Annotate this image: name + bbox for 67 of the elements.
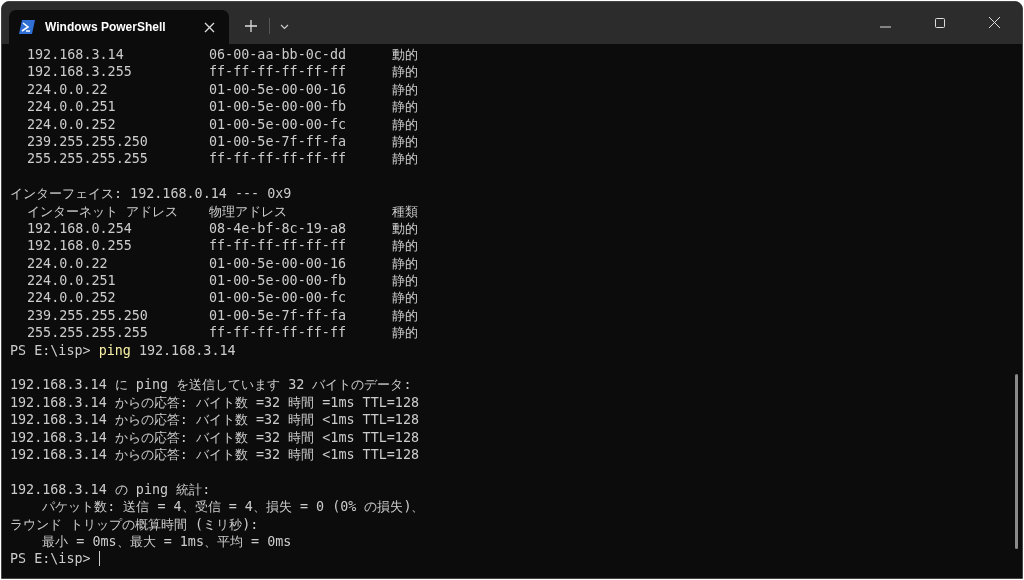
powershell-icon — [19, 20, 35, 34]
table-cell-text: 224.0.0.251 — [27, 272, 117, 290]
table-cell: 静的 — [392, 115, 418, 133]
output-line: 192.168.3.14 に ping を送信しています 32 バイトのデータ: — [10, 376, 412, 394]
table-cell-text: 01-00-5e-00-00-fc — [209, 289, 348, 307]
output-line: 192.168.3.14 からの応答: バイト数 =32 時間 <1ms TTL=128 — [10, 446, 420, 464]
table-cell-text: 224.0.0.251 — [27, 98, 117, 116]
table-cell: 静的 — [392, 237, 418, 255]
table-cell-text: 01-00-5e-00-00-fb — [209, 98, 348, 116]
table-cell: 静的 — [392, 150, 418, 168]
table-cell: 静的 — [392, 324, 418, 342]
table-cell-text: 物理アドレス — [209, 202, 288, 220]
table-cell-text: 192.168.3.14 — [27, 46, 125, 64]
scrollbar-thumb[interactable] — [1015, 374, 1018, 549]
maximize-icon[interactable] — [935, 18, 945, 28]
table-cell: 静的 — [392, 132, 418, 151]
table-cell: 静的 — [392, 289, 418, 307]
table-cell: 静的 — [392, 306, 418, 325]
table-cell-text: 239.255.255.250 — [27, 306, 149, 325]
output-line: インターフェイス: 192.168.0.14 --- 0x9 — [10, 185, 292, 203]
table-cell-text: 224.0.0.22 — [27, 254, 109, 273]
table-cell-text: ff-ff-ff-ff-ff-ff — [209, 63, 348, 81]
table-cell-text: 01-00-5e-00-00-fb — [209, 272, 348, 290]
output-line: 192.168.3.14 からの応答: バイト数 =32 時間 <1ms TTL=128 — [10, 411, 420, 429]
close-tab-icon[interactable] — [204, 21, 215, 33]
table-cell-text: 192.168.0.255 — [27, 237, 133, 255]
output-line: 192.168.3.14 からの応答: バイト数 =32 時間 <1ms TTL=128 — [10, 428, 420, 446]
table-cell-text: 08-4e-bf-8c-19-a8 — [209, 219, 348, 238]
table-cell-text: 192.168.3.255 — [27, 63, 133, 81]
command-text: ping — [98, 341, 131, 360]
table-cell: 静的 — [392, 98, 418, 116]
table-cell-text: 192.168.0.254 — [27, 219, 133, 238]
table-cell-text: 224.0.0.252 — [27, 115, 117, 133]
table-cell: 動的 — [392, 46, 418, 64]
new-tab-icon[interactable] — [245, 20, 257, 32]
table-cell-text: 01-00-5e-7f-ff-fa — [209, 132, 348, 151]
output-line: 192.168.3.14 の ping 統計: — [10, 480, 211, 499]
table-cell-text: ff-ff-ff-ff-ff-ff — [209, 324, 348, 342]
table-cell: 静的 — [392, 254, 418, 273]
dropdown-icon[interactable] — [280, 24, 289, 30]
table-cell: 静的 — [392, 272, 418, 290]
command-argument: 192.168.3.14 — [138, 341, 236, 360]
table-cell: 静的 — [392, 80, 418, 99]
table-cell: 種類 — [392, 202, 418, 220]
table-cell: 静的 — [392, 63, 418, 81]
table-cell-text: 01-00-5e-00-00-16 — [209, 80, 348, 99]
table-cell-text: ff-ff-ff-ff-ff-ff — [209, 150, 348, 168]
table-cell-text: インターネット アドレス — [27, 202, 180, 220]
output-line: パケット数: 送信 = 4、受信 = 4、損失 = 0 (0% の損失)、 — [41, 498, 425, 516]
table-cell-text: 01-00-5e-7f-ff-fa — [209, 306, 348, 325]
output-line: 最小 = 0ms、最大 = 1ms、平均 = 0ms — [41, 532, 292, 551]
table-cell-text: ff-ff-ff-ff-ff-ff — [209, 237, 348, 255]
prompt-text: PS E:\isp> — [10, 341, 91, 360]
terminal-tab[interactable]: Windows PowerShell — [9, 10, 229, 44]
prompt-text: PS E:\isp> — [10, 550, 91, 568]
output-line: 192.168.3.14 からの応答: バイト数 =32 時間 =1ms TTL=128 — [10, 393, 420, 412]
table-cell-text: 224.0.0.252 — [27, 289, 117, 307]
output-line: ラウンド トリップの概算時間 (ミリ秒): — [10, 515, 259, 533]
table-cell-text: 01-00-5e-00-00-16 — [209, 254, 348, 273]
table-cell: 動的 — [392, 219, 418, 238]
close-icon[interactable] — [989, 17, 1000, 28]
table-cell-text: 239.255.255.250 — [27, 132, 149, 151]
table-cell-text: 255.255.255.255 — [27, 324, 149, 342]
table-cell-text: 224.0.0.22 — [27, 80, 109, 99]
table-cell-text: 06-00-aa-bb-0c-dd — [209, 46, 348, 64]
table-cell-text: 255.255.255.255 — [27, 150, 149, 168]
table-cell-text: 01-00-5e-00-00-fc — [209, 115, 348, 133]
